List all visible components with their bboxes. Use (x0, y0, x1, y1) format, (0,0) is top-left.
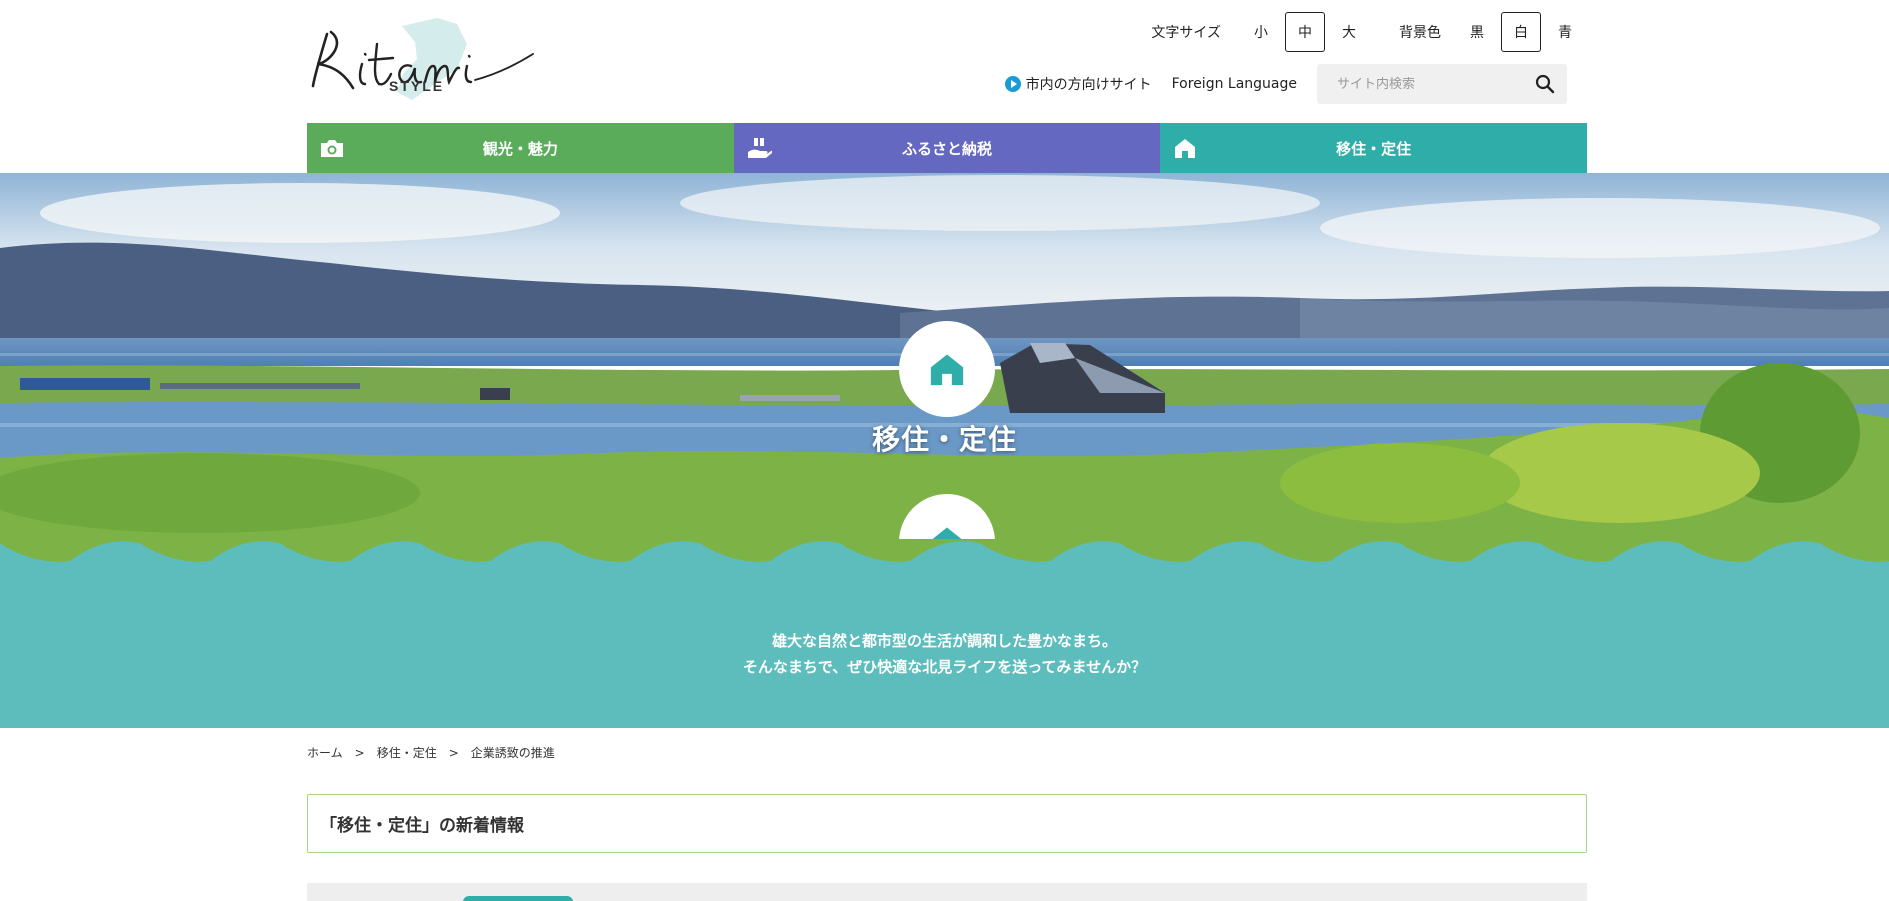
gift-hand-icon (747, 138, 772, 158)
bg-white-button[interactable]: 白 (1501, 12, 1541, 52)
font-size-medium-button[interactable]: 中 (1285, 12, 1325, 52)
bg-black-button[interactable]: 黒 (1457, 12, 1497, 52)
house-icon (930, 354, 964, 386)
font-size-small-button[interactable]: 小 (1241, 12, 1281, 52)
breadcrumb-home[interactable]: ホーム (307, 744, 343, 761)
bg-color-label: 背景色 (1399, 25, 1441, 41)
hero-icon-badge-overlay (899, 321, 995, 417)
inner-site-link-label: 市内の方向けサイト (1025, 77, 1152, 93)
search-input[interactable] (1337, 76, 1535, 92)
nav-furusato-tax[interactable]: ふるさと納税 (733, 123, 1161, 173)
font-size-label: 文字サイズ (1151, 25, 1221, 41)
tagline-line-1: 雄大な自然と都市型の生活が調和した豊かなまち。 (771, 632, 1117, 650)
wave-divider (0, 539, 1889, 562)
hero-title: 移住・定住 (871, 423, 1017, 456)
utility-links: 市内の方向けサイト Foreign Language (1004, 64, 1567, 104)
house-icon (1175, 139, 1196, 158)
breadcrumb-separator: > (354, 745, 365, 760)
play-circle-icon (1004, 76, 1021, 92)
nav-tourism-label: 観光・魅力 (482, 139, 558, 158)
news-heading-box: 「移住・定住」の新着情報 (307, 794, 1587, 853)
breadcrumb: ホーム > 移住・定住 > 企業誘致の推進 (307, 744, 555, 761)
hero-tagline: 雄大な自然と都市型の生活が調和した豊かなまち。 そんなまちで、ぜひ快適な北見ライ… (0, 628, 1889, 680)
nav-tourism[interactable]: 観光・魅力 (307, 123, 734, 173)
breadcrumb-current: 企業誘致の推進 (470, 746, 555, 760)
camera-icon (321, 140, 343, 157)
foreign-language-link[interactable]: Foreign Language (1172, 76, 1297, 92)
nav-furusato-tax-label: ふるさと納税 (902, 139, 993, 158)
tagline-line-2: そんなまちで、ぜひ快適な北見ライフを送ってみませんか？ (742, 658, 1147, 676)
search-box (1317, 64, 1567, 104)
search-icon[interactable] (1535, 74, 1555, 94)
accessibility-controls: 文字サイズ 小 中 大 背景色 黒 白 青 (1151, 12, 1587, 52)
nav-migration-label: 移住・定住 (1336, 139, 1412, 158)
site-logo[interactable]: STYLE (307, 14, 537, 104)
nav-migration[interactable]: 移住・定住 (1160, 123, 1588, 173)
category-pill[interactable] (463, 896, 573, 901)
main-nav: 観光・魅力 ふるさと納税 移住・定住 (307, 123, 1588, 173)
inner-site-link[interactable]: 市内の方向けサイト (1004, 74, 1152, 94)
font-size-large-button[interactable]: 大 (1329, 12, 1369, 52)
bg-blue-button[interactable]: 青 (1545, 12, 1585, 52)
news-heading: 「移住・定住」の新着情報 (320, 816, 524, 836)
breadcrumb-migration[interactable]: 移住・定住 (377, 744, 437, 761)
breadcrumb-separator: > (448, 745, 459, 760)
logo-style-text: STYLE (389, 78, 445, 94)
